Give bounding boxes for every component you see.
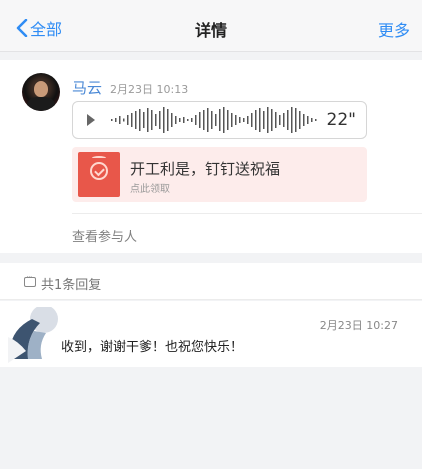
waveform-bar — [315, 119, 317, 121]
divider — [72, 213, 422, 214]
waveform-bar — [115, 118, 117, 122]
replies-header: 共1条回复 — [0, 263, 422, 300]
waveform-bar — [167, 109, 169, 131]
waveform-bar — [187, 119, 189, 121]
waveform-bar — [183, 117, 185, 123]
waveform-bar — [311, 118, 313, 122]
reply-time: 2月23日 10:27 — [319, 319, 398, 332]
waveform-bar — [163, 107, 165, 133]
reply-text: 收到，谢谢干爹！也祝您快乐！ — [61, 340, 244, 355]
reply-count: 共1条回复 — [41, 278, 102, 293]
red-packet-title: 开工利是，钉钉送祝福 — [130, 160, 281, 178]
waveform-bar — [199, 112, 201, 128]
waveform-bar — [271, 109, 273, 131]
waveform-bar — [235, 115, 237, 125]
waveform-icon — [111, 107, 317, 133]
waveform-bar — [211, 111, 213, 129]
red-packet-flap — [92, 156, 106, 160]
waveform-bar — [131, 113, 133, 127]
waveform-bar — [135, 111, 137, 129]
voice-message[interactable]: 22" — [72, 101, 367, 139]
waveform-bar — [147, 108, 149, 132]
sender-avatar[interactable] — [22, 73, 60, 111]
waveform-bar — [283, 113, 285, 127]
waveform-bar — [251, 113, 253, 127]
red-packet-icon — [78, 152, 120, 197]
waveform-bar — [295, 108, 297, 132]
waveform-bar — [179, 118, 181, 122]
waveform-bar — [287, 110, 289, 130]
red-packet-coin — [90, 162, 108, 180]
waveform-bar — [219, 109, 221, 131]
waveform-bar — [139, 109, 141, 131]
waveform-bar — [111, 119, 113, 121]
waveform-bar — [303, 114, 305, 126]
waveform-bar — [227, 110, 229, 130]
waveform-bar — [191, 118, 193, 122]
waveform-bar — [231, 113, 233, 127]
waveform-bar — [159, 111, 161, 129]
waveform-bar — [203, 110, 205, 130]
avatar-body — [27, 97, 55, 111]
waveform-bar — [223, 107, 225, 133]
waveform-bar — [267, 107, 269, 133]
voice-duration: 22" — [326, 110, 356, 130]
waveform-bar — [175, 116, 177, 124]
reply-avatar-icon[interactable] — [8, 307, 68, 367]
waveform-bar — [123, 118, 125, 122]
waveform-bar — [127, 115, 129, 125]
red-packet-card[interactable]: 开工利是，钉钉送祝福 点此领取 — [72, 147, 367, 202]
waveform-bar — [275, 112, 277, 128]
waveform-bar — [151, 110, 153, 130]
waveform-bar — [195, 115, 197, 125]
waveform-bar — [243, 118, 245, 122]
post-card: 马云 2月23日 10:13 22" 开工利是，钉钉送祝福 点此领取 查看参与人 — [0, 60, 422, 253]
waveform-bar — [307, 116, 309, 124]
waveform-bar — [263, 111, 265, 129]
view-participants-link[interactable]: 查看参与人 — [72, 226, 137, 245]
waveform-bar — [291, 107, 293, 133]
waveform-bar — [171, 113, 173, 127]
waveform-bar — [255, 110, 257, 130]
waveform-bar — [247, 116, 249, 124]
reply-item: 2月23日 10:27 收到，谢谢干爹！也祝您快乐！ — [0, 301, 422, 367]
waveform-bar — [299, 111, 301, 129]
empty-area — [0, 367, 422, 469]
waveform-bar — [155, 114, 157, 126]
navigation-bar: 全部 详情 更多 — [0, 0, 422, 52]
comment-icon — [24, 273, 36, 287]
red-packet-subtitle: 点此领取 — [130, 184, 170, 195]
waveform-bar — [143, 112, 145, 128]
waveform-bar — [239, 117, 241, 123]
sender-info: 马云 2月23日 10:13 — [72, 77, 188, 98]
waveform-bar — [119, 116, 121, 124]
more-button[interactable]: 更多 — [378, 17, 410, 41]
waveform-bar — [215, 114, 217, 126]
sender-name[interactable]: 马云 — [72, 77, 102, 98]
play-icon[interactable] — [87, 114, 95, 126]
page-title: 详情 — [194, 21, 227, 40]
waveform-bar — [259, 108, 261, 132]
waveform-bar — [207, 108, 209, 132]
avatar-face — [34, 81, 48, 97]
waveform-bar — [279, 115, 281, 125]
post-time: 2月23日 10:13 — [110, 83, 189, 96]
